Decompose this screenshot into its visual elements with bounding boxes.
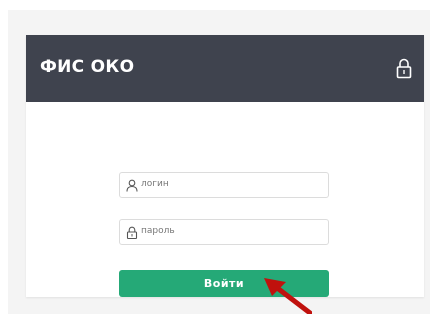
password-input[interactable]: пароль	[119, 219, 329, 245]
app-title: ФИС ОКО	[40, 57, 135, 77]
lock-icon	[126, 226, 138, 239]
password-placeholder: пароль	[141, 226, 175, 236]
login-input[interactable]: логин	[119, 172, 329, 198]
red-arrow-annotation	[264, 278, 312, 314]
login-placeholder: логин	[141, 179, 169, 189]
lock-icon	[396, 58, 412, 79]
login-card: ФИС ОКО логин пароль Войти	[26, 35, 424, 297]
page: ФИС ОКО логин пароль Войти	[0, 0, 430, 314]
card-header: ФИС ОКО	[26, 35, 424, 102]
user-icon	[126, 179, 138, 192]
